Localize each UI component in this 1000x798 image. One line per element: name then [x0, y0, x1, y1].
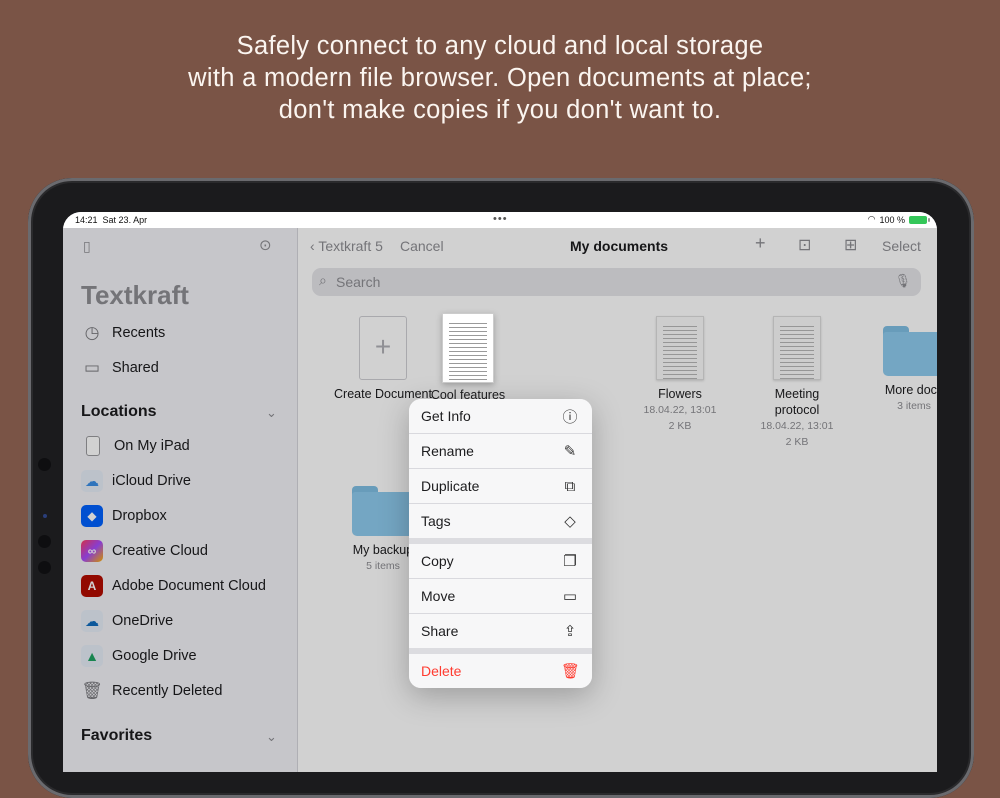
headline-line-1: Safely connect to any cloud and local st… [236, 32, 764, 60]
copy-icon: ❐ [563, 553, 577, 570]
camera-lens [38, 458, 51, 471]
document-thumbnail [442, 313, 494, 383]
menu-item-label: Get Info [421, 408, 471, 424]
trash-icon: 🗑 [561, 663, 581, 680]
menu-item-label: Rename [421, 443, 474, 459]
menu-item-label: Move [421, 588, 456, 604]
menu-item-tags[interactable]: Tags ◇ [409, 504, 592, 538]
headline-line-3: don't make copies if you don't want to. [278, 96, 722, 124]
menu-item-delete[interactable]: Delete 🗑 [409, 654, 592, 688]
battery-percent: 100 % [879, 214, 905, 225]
menu-item-duplicate[interactable]: Duplicate ⧉ [409, 469, 592, 504]
menu-item-label: Duplicate [421, 478, 480, 494]
share-icon: ⇪ [563, 623, 577, 640]
status-time: 14:21 Sat 23. Apr [75, 215, 148, 225]
sensor-dot [43, 514, 47, 518]
menu-item-move[interactable]: Move ▭ [409, 579, 592, 614]
menu-item-label: Share [421, 623, 459, 639]
context-menu: Get Info ⓘ Rename ✎ Duplicate ⧉ Tags ◇ C… [409, 399, 592, 688]
folder-icon: ▭ [562, 588, 578, 605]
menu-item-label: Tags [421, 513, 451, 529]
headline-line-2: with a modern file browser. Open documen… [188, 64, 812, 92]
wifi-icon: ◠ [867, 214, 876, 224]
menu-item-copy[interactable]: Copy ❐ [409, 544, 592, 579]
battery-icon [909, 215, 930, 224]
multitasking-dots[interactable]: ••• [493, 213, 508, 225]
menu-item-label: Copy [421, 553, 454, 569]
menu-item-share[interactable]: Share ⇪ [409, 614, 592, 648]
duplicate-icon: ⧉ [564, 477, 576, 495]
menu-item-label: Delete [421, 663, 462, 679]
menu-item-get-info[interactable]: Get Info ⓘ [409, 399, 592, 434]
status-bar: 14:21 Sat 23. Apr ••• ◠ 100 % [63, 212, 937, 228]
tag-icon: ◇ [564, 513, 576, 530]
info-icon: ⓘ [562, 408, 578, 426]
marketing-headline: Safely connect to any cloud and local st… [0, 30, 1000, 126]
status-right: ◠ 100 % [867, 214, 930, 225]
file-item-cool-features[interactable]: Cool features [410, 313, 526, 402]
menu-item-rename[interactable]: Rename ✎ [409, 434, 592, 469]
pencil-icon: ✎ [563, 443, 577, 460]
camera-lens [38, 535, 51, 548]
camera-lens [38, 561, 51, 574]
